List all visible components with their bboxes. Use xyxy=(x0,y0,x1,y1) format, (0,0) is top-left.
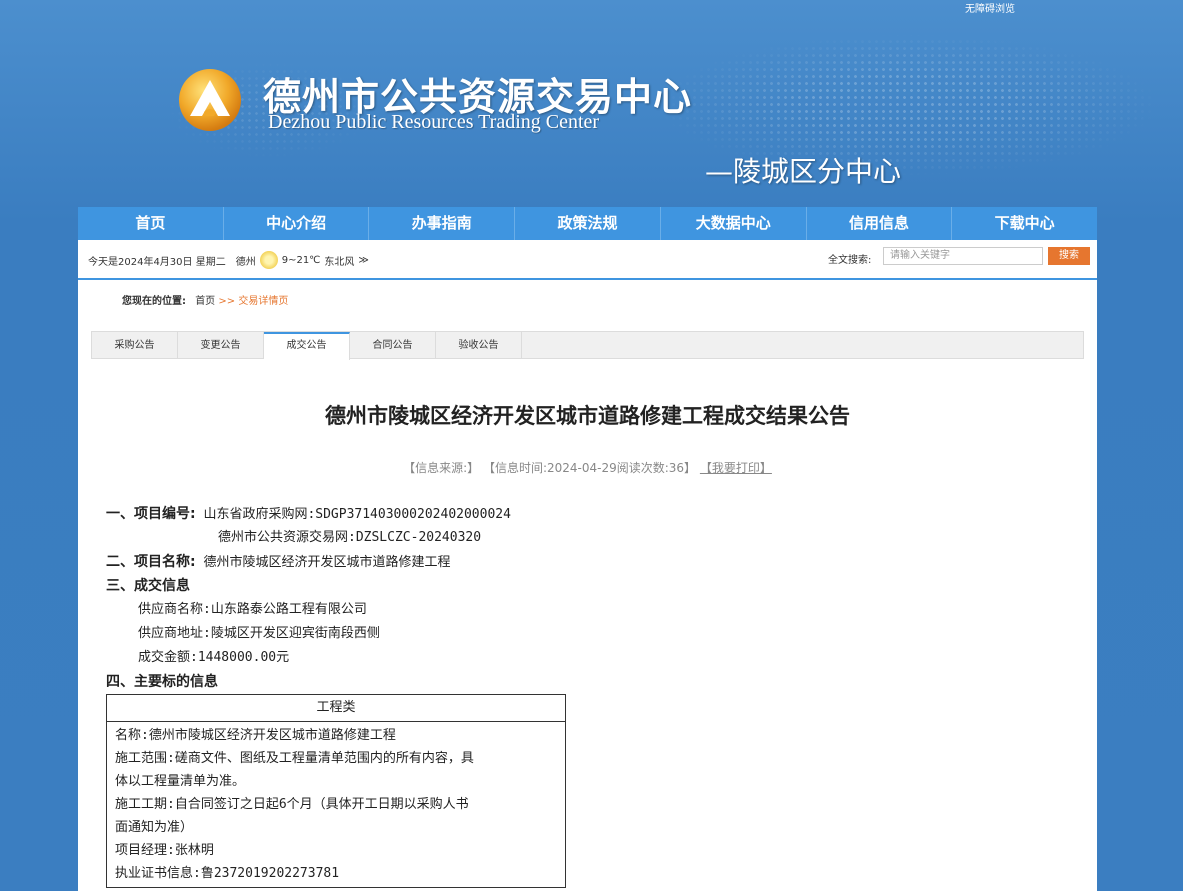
table-scope-1: 施工范围:磋商文件、图纸及工程量清单范围内的所有内容，具 xyxy=(115,751,474,766)
nav-item-bigdata[interactable]: 大数据中心 xyxy=(661,207,807,240)
date-weather: 今天是2024年4月30日 星期二 德州 9~21℃ 东北风 ≫ xyxy=(88,251,369,269)
tab-acceptance[interactable]: 验收公告 xyxy=(436,332,522,359)
tab-change[interactable]: 变更公告 xyxy=(178,332,264,359)
breadcrumb-separator: >> xyxy=(218,296,236,307)
project-name-label: 二、项目名称: xyxy=(106,554,196,570)
weather-more-icon[interactable]: ≫ xyxy=(358,255,368,266)
nav-item-guide[interactable]: 办事指南 xyxy=(369,207,516,240)
table-content-cell: 名称:德州市陵城区经济开发区城市道路修建工程 施工范围:磋商文件、图纸及工程量清… xyxy=(106,721,566,888)
meta-source: 【信息来源:】 xyxy=(403,461,480,475)
supplier-address-line: 供应商地址:陵城区开发区迎宾街南段西侧 xyxy=(106,624,806,648)
search-button[interactable]: 搜索 xyxy=(1048,247,1090,265)
table-head: 工程类 xyxy=(106,694,566,722)
article-title: 德州市陵城区经济开发区城市道路修建工程成交结果公告 xyxy=(325,403,850,428)
main-nav: 首页 中心介绍 办事指南 政策法规 大数据中心 信用信息 下载中心 xyxy=(78,207,1097,240)
project-number-label: 一、项目编号: xyxy=(106,506,196,522)
search-input[interactable]: 请输入关键字 xyxy=(883,247,1043,265)
supplier-name: 供应商名称:山东路泰公路工程有限公司 xyxy=(138,602,367,617)
supplier-address: 供应商地址:陵城区开发区迎宾街南段西侧 xyxy=(138,626,380,641)
print-link[interactable]: 【我要打印】 xyxy=(700,461,772,475)
accessibility-link[interactable]: 无障碍浏览 xyxy=(965,0,1015,15)
project-name-line: 二、项目名称: 德州市陵城区经济开发区城市道路修建工程 xyxy=(106,552,806,576)
breadcrumb-home[interactable]: 首页 xyxy=(195,296,215,307)
sub-center-title: —陵城区分中心 xyxy=(705,155,902,188)
deal-info-heading: 三、成交信息 xyxy=(106,576,806,600)
table-period-2: 面通知为准） xyxy=(115,820,194,835)
project-number-value-2: 德州市公共资源交易网:DZSLCZC-20240320 xyxy=(218,530,482,545)
info-bar: 今天是2024年4月30日 星期二 德州 9~21℃ 东北风 ≫ 全文搜索: 请… xyxy=(78,240,1097,280)
breadcrumb-current[interactable]: 交易详情页 xyxy=(238,296,288,307)
nav-item-download[interactable]: 下载中心 xyxy=(952,207,1097,240)
supplier-name-line: 供应商名称:山东路泰公路工程有限公司 xyxy=(106,600,806,624)
table-name: 名称:德州市陵城区经济开发区城市道路修建工程 xyxy=(115,728,396,743)
meta-time: 【信息时间:2024-04-29阅读次数:36】 xyxy=(482,461,697,475)
nav-item-credit[interactable]: 信用信息 xyxy=(807,207,953,240)
table-period-1: 施工工期:自合同签订之日起6个月（具体开工日期以采购人书 xyxy=(115,797,469,812)
nav-item-about[interactable]: 中心介绍 xyxy=(224,207,370,240)
project-name-value: 德州市陵城区经济开发区城市道路修建工程 xyxy=(203,555,451,570)
table-scope-2: 体以工程量清单为准。 xyxy=(115,774,246,789)
table-manager: 项目经理:张林明 xyxy=(115,843,214,858)
tab-deal[interactable]: 成交公告 xyxy=(264,332,350,360)
tab-procurement[interactable]: 采购公告 xyxy=(92,332,178,359)
date-text: 今天是2024年4月30日 星期二 xyxy=(88,256,226,268)
project-number-value-1: 山东省政府采购网:SDGP371403000202402000024 xyxy=(203,507,511,522)
logo-icon xyxy=(179,69,241,131)
nav-item-home[interactable]: 首页 xyxy=(78,207,224,240)
search-label: 全文搜索: xyxy=(828,255,872,266)
deal-amount: 成交金额:1448000.00元 xyxy=(138,650,290,665)
breadcrumb: 您现在的位置: 首页 >> 交易详情页 xyxy=(122,292,288,307)
nav-item-policy[interactable]: 政策法规 xyxy=(515,207,661,240)
main-subject-table: 工程类 名称:德州市陵城区经济开发区城市道路修建工程 施工范围:磋商文件、图纸及… xyxy=(106,694,566,888)
table-cert: 执业证书信息:鲁2372019202273781 xyxy=(115,866,340,881)
tab-contract[interactable]: 合同公告 xyxy=(350,332,436,359)
project-number-line: 一、项目编号: 山东省政府采购网:SDGP3714030002024020000… xyxy=(106,504,806,528)
temperature-text: 9~21℃ xyxy=(281,254,321,266)
article-meta: 【信息来源:】 【信息时间:2024-04-29阅读次数:36】 【我要打印】 xyxy=(78,459,1097,476)
main-container: 首页 中心介绍 办事指南 政策法规 大数据中心 信用信息 下载中心 今天是202… xyxy=(78,207,1097,891)
city-text: 德州 xyxy=(235,256,256,268)
deal-info-label: 三、成交信息 xyxy=(106,578,190,594)
breadcrumb-label: 您现在的位置: xyxy=(122,296,186,307)
main-subject-heading: 四、主要标的信息 xyxy=(106,672,806,696)
sun-icon xyxy=(259,251,278,269)
notice-tabs: 采购公告 变更公告 成交公告 合同公告 验收公告 xyxy=(91,331,1084,360)
site-title-en: Dezhou Public Resources Trading Center xyxy=(268,111,600,133)
main-subject-label: 四、主要标的信息 xyxy=(106,674,218,690)
deal-amount-line: 成交金额:1448000.00元 xyxy=(106,648,806,672)
wind-text: 东北风 xyxy=(324,256,355,268)
article-body: 一、项目编号: 山东省政府采购网:SDGP3714030002024020000… xyxy=(106,504,806,696)
project-number-line-2: 德州市公共资源交易网:DZSLCZC-20240320 xyxy=(106,528,806,552)
